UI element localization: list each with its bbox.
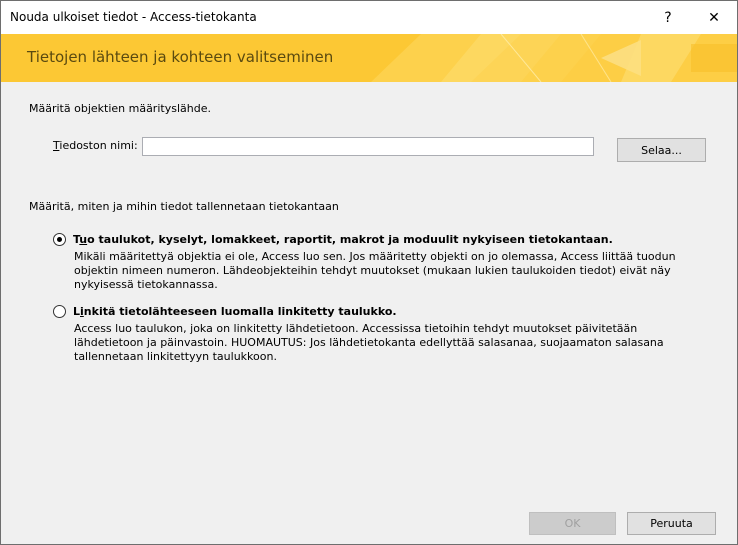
close-icon: ✕ [708, 9, 720, 26]
link-option-title[interactable]: Linkitä tietolähteeseen luomalla linkite… [73, 305, 397, 318]
ok-button[interactable]: OK [529, 512, 616, 535]
source-instruction: Määritä objektien määrityslähde. [29, 102, 211, 115]
banner-heading: Tietojen lähteen ja kohteen valitseminen [27, 48, 334, 66]
window-title: Nouda ulkoiset tiedot - Access-tietokant… [10, 10, 257, 24]
close-button[interactable]: ✕ [691, 1, 737, 34]
help-button[interactable]: ? [645, 1, 691, 34]
import-option-title[interactable]: Tuo taulukot, kyselyt, lomakkeet, raport… [73, 233, 613, 246]
link-option-description: Access luo taulukon, joka on linkitetty … [74, 322, 664, 363]
import-radio[interactable] [53, 233, 66, 246]
cancel-button[interactable]: Peruuta [627, 512, 716, 535]
import-dialog: Nouda ulkoiset tiedot - Access-tietokant… [0, 0, 738, 545]
file-name-label: Tiedoston nimi: [53, 139, 138, 152]
file-name-input[interactable] [142, 137, 594, 156]
title-bar: Nouda ulkoiset tiedot - Access-tietokant… [1, 1, 737, 34]
dialog-body: Määritä objektien määrityslähde. Tiedost… [1, 82, 737, 504]
header-banner: Tietojen lähteen ja kohteen valitseminen [1, 34, 737, 82]
help-icon: ? [664, 9, 672, 26]
destination-instruction: Määritä, miten ja mihin tiedot tallennet… [29, 200, 339, 213]
radio-selected-dot [57, 237, 62, 242]
import-option-description: Mikäli määritettyä objektia ei ole, Acce… [74, 250, 676, 291]
link-radio[interactable] [53, 305, 66, 318]
browse-button[interactable]: Selaa... [617, 138, 706, 162]
